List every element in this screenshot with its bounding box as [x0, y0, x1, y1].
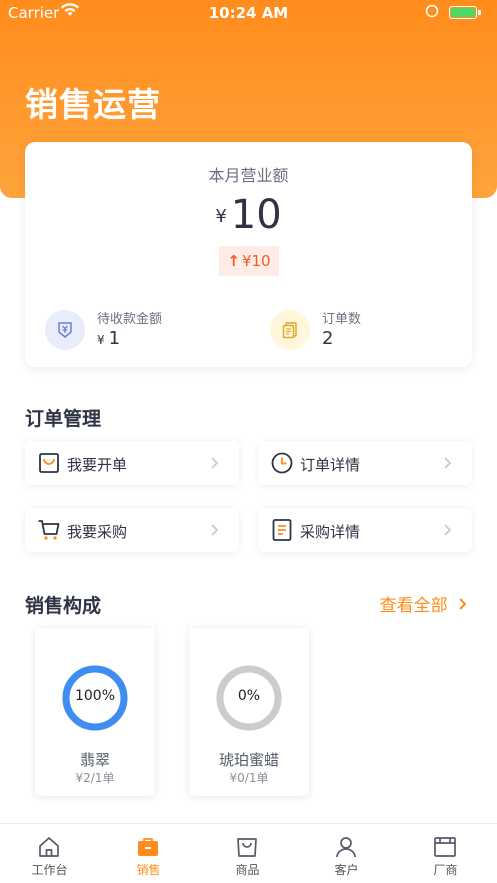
purchase-label: 我要采购: [67, 523, 128, 541]
order-details-label: 订单详情: [300, 456, 361, 474]
tab-products[interactable]: 商品: [198, 824, 297, 883]
tab-label: 销售: [136, 863, 161, 877]
purchase-details-button[interactable]: 采购详情: [258, 508, 472, 552]
percent-label: 0%: [237, 688, 261, 704]
order-count-value: 2: [322, 328, 334, 349]
revenue-label: 本月营业额: [208, 166, 289, 185]
battery-cap: [478, 10, 481, 15]
sales-category-card[interactable]: 0% 琥珀蜜蜡 ¥0/1单: [189, 628, 309, 796]
sales-composition-title: 销售构成: [25, 595, 102, 617]
bottom-tab-bar: 工作台 销售 商品 客户 厂商: [0, 823, 497, 883]
revenue-amount: ¥10: [25, 192, 472, 238]
create-order-button[interactable]: 我要开单: [25, 441, 239, 485]
shopping-bag-icon: [37, 451, 61, 475]
order-count-label: 订单数: [322, 312, 362, 327]
sales-bag-icon: [138, 838, 158, 856]
list-doc-icon: [270, 518, 294, 542]
battery-icon: [449, 6, 477, 19]
revenue-value: 10: [230, 192, 282, 238]
tab-label: 工作台: [31, 863, 68, 877]
currency-symbol: ¥: [215, 206, 227, 227]
document-icon: [270, 310, 310, 350]
chevron-right-icon: [211, 457, 219, 469]
receivable-value: ¥1: [97, 328, 120, 349]
percent-label: 100%: [74, 688, 116, 704]
arrow-up-icon: ↑: [227, 252, 240, 270]
status-bar: Carrier 10:24 AM: [0, 0, 497, 26]
tab-label: 商品: [235, 863, 260, 877]
view-all-label: 查看全部: [379, 596, 448, 616]
clock-time: 10:24 AM: [208, 4, 289, 22]
tab-suppliers[interactable]: 厂商: [396, 824, 495, 883]
create-order-label: 我要开单: [67, 456, 128, 474]
purchase-details-label: 采购详情: [300, 523, 361, 541]
chevron-right-icon: [444, 457, 452, 469]
factory-icon: [434, 837, 456, 857]
progress-ring-marker: [92, 666, 98, 672]
order-details-button[interactable]: 订单详情: [258, 441, 472, 485]
tab-label: 客户: [334, 863, 359, 877]
receivable-label: 待收款金额: [97, 312, 163, 327]
category-name: 琥珀蜜蜡: [218, 751, 279, 769]
category-summary: ¥0/1单: [229, 771, 269, 785]
order-management-title: 订单管理: [25, 408, 102, 430]
tab-customers[interactable]: 客户: [297, 824, 396, 883]
chevron-right-icon: [459, 598, 467, 610]
page-title: 销售运营: [25, 85, 161, 124]
cart-icon: [37, 518, 61, 542]
tab-workbench[interactable]: 工作台: [0, 824, 99, 883]
purchase-button[interactable]: 我要采购: [25, 508, 239, 552]
revenue-summary-card: 本月营业额 ¥10 ↑ ¥10 待收款金额 ¥1 订单数 2: [25, 142, 472, 367]
currency-symbol: ¥: [97, 333, 105, 347]
clock-icon: [270, 451, 294, 475]
product-bag-icon: [237, 838, 257, 857]
person-icon: [336, 837, 356, 858]
chevron-right-icon: [444, 524, 452, 536]
home-icon: [39, 837, 59, 857]
sales-category-card[interactable]: 100% 翡翠 ¥2/1单: [35, 628, 155, 796]
receivable-amount: 1: [108, 328, 121, 349]
view-all-link[interactable]: 查看全部: [380, 591, 469, 616]
chevron-right-icon: [211, 524, 219, 536]
revenue-change-value: ¥10: [241, 252, 271, 270]
receivable-icon: [45, 310, 85, 350]
orientation-lock-icon: [425, 4, 439, 22]
revenue-change-badge: ↑ ¥10: [219, 246, 279, 276]
category-name: 翡翠: [79, 751, 110, 769]
tab-label: 厂商: [433, 863, 458, 877]
tab-sales[interactable]: 销售: [99, 824, 198, 883]
category-summary: ¥2/1单: [75, 771, 115, 785]
